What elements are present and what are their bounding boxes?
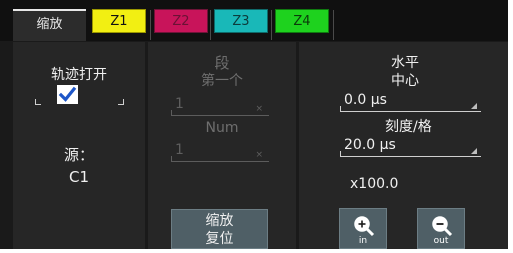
checkmark-icon [58,86,77,102]
zoom-reset-line1: 缩放 [205,213,234,229]
zoom-reset-line2: 复位 [205,231,234,247]
tab-divider [333,10,334,40]
first-segment-field[interactable]: 1 × [171,96,269,116]
zoom-out-button[interactable]: out [417,208,465,249]
num-label: Num [205,120,239,136]
zoom-reset-button[interactable]: 缩放 复位 [171,209,268,249]
num-segments-field[interactable]: 1 × [171,142,269,162]
field-tick [340,151,341,157]
tab-z3[interactable]: Z3 [214,9,268,33]
num-segments-value: 1 [175,142,184,158]
center-value: 0.0 µs [344,92,387,108]
tab-zoom[interactable]: 缩放 [13,9,86,41]
tab-z2-label: Z2 [172,14,190,29]
zoom-out-label: out [433,236,449,246]
horizontal-title: 水平 [391,55,419,71]
tab-z1[interactable]: Z1 [92,9,146,33]
field-underline [171,115,269,116]
field-tick [171,110,172,116]
trace-on-checkbox[interactable] [57,85,78,104]
checkbox-corner-left [35,99,41,105]
tab-divider [271,10,272,40]
zoom-dialog: 缩放 Z1 Z2 Z3 Z4 轨迹打开 源： C1 段 第一个 1 × Num … [0,0,508,249]
checkbox-corner-right [118,99,124,105]
tab-z1-label: Z1 [110,14,128,29]
source-label: 源： [63,146,94,164]
zoom-in-label: in [358,236,368,246]
tab-divider [150,10,151,40]
zoom-factor: x100.0 [350,176,399,192]
tab-bar: 缩放 Z1 Z2 Z3 Z4 [0,0,508,41]
tab-zoom-label: 缩放 [36,17,63,32]
first-label: 第一个 [201,73,243,89]
clear-icon: × [255,104,263,114]
center-field[interactable]: 0.0 µs [340,92,481,112]
scale-value: 20.0 µs [344,137,396,153]
field-tick [340,106,341,112]
field-underline [340,156,481,157]
first-segment-value: 1 [175,96,184,112]
zoom-in-button[interactable]: in [339,208,387,249]
scale-label: 刻度/格 [385,119,432,135]
source-value[interactable]: C1 [13,168,145,186]
scale-field[interactable]: 20.0 µs [340,137,481,157]
tab-z4[interactable]: Z4 [275,9,329,33]
dropdown-corner-icon [471,103,477,109]
field-underline [171,161,269,162]
field-underline [340,111,481,112]
trace-on-label: 轨迹打开 [51,67,107,83]
tab-z3-label: Z3 [232,14,250,29]
field-tick [171,156,172,162]
tab-z4-label: Z4 [293,14,311,29]
dropdown-corner-icon [471,148,477,154]
center-label: 中心 [391,73,419,89]
tab-divider [210,10,211,40]
tab-z2[interactable]: Z2 [154,9,208,33]
clear-icon: × [255,150,263,160]
